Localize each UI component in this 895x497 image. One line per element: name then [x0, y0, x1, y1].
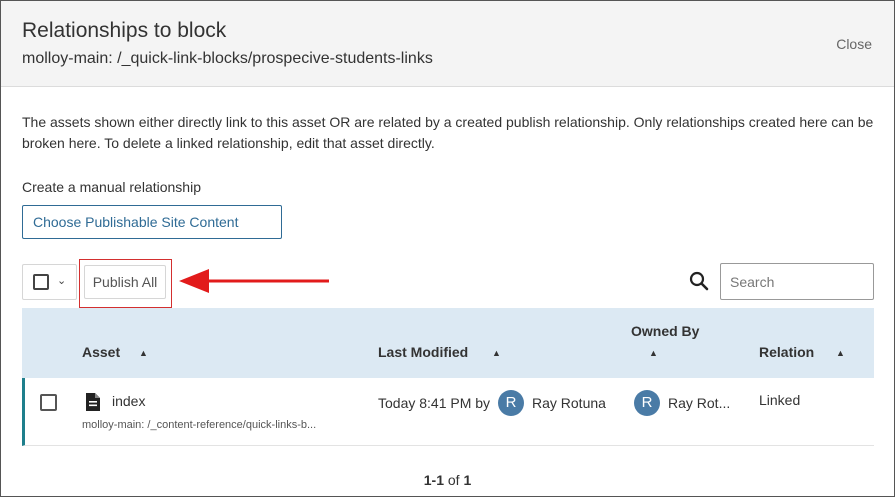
- sort-asc-icon[interactable]: ▲: [492, 348, 501, 358]
- asset-path: molloy-main: /_content-reference/quick-l…: [82, 419, 317, 431]
- sort-asc-icon[interactable]: ▲: [139, 348, 148, 358]
- chevron-down-icon[interactable]: ⌄: [57, 274, 66, 287]
- sort-asc-icon[interactable]: ▲: [836, 348, 845, 358]
- relationships-dialog: Relationships to block molloy-main: /_qu…: [0, 0, 895, 497]
- dialog-description: The assets shown either directly link to…: [22, 114, 874, 151]
- column-header-last-modified[interactable]: Last Modified: [378, 344, 468, 360]
- relation-value: Linked: [759, 392, 801, 408]
- publish-all-button[interactable]: Publish All: [84, 265, 166, 299]
- pagination: 1-1 of 1: [1, 472, 894, 488]
- select-all-checkbox[interactable]: [33, 274, 49, 290]
- dialog-header: Relationships to block molloy-main: /_qu…: [1, 1, 894, 87]
- modified-by-name: Ray Rotuna: [532, 395, 606, 411]
- dialog-subtitle: molloy-main: /_quick-link-blocks/prospec…: [22, 50, 433, 67]
- search-icon[interactable]: [689, 271, 709, 291]
- avatar: R: [634, 390, 660, 416]
- last-modified-text: Today 8:41 PM by: [378, 395, 491, 411]
- avatar: R: [498, 390, 524, 416]
- dialog-title: Relationships to block: [22, 19, 227, 42]
- column-header-asset[interactable]: Asset: [82, 344, 120, 360]
- sort-asc-icon[interactable]: ▲: [649, 348, 658, 358]
- owner-name: Ray Rot...: [668, 395, 731, 411]
- choose-content-button[interactable]: Choose Publishable Site Content: [22, 205, 282, 239]
- pagination-range: 1-1: [423, 472, 444, 488]
- manual-relationship-label: Create a manual relationship: [22, 179, 201, 195]
- search-input[interactable]: [720, 263, 874, 300]
- table-header: Asset ▲ Last Modified ▲ Owned By ▲ Relat…: [22, 308, 874, 378]
- pagination-total: 1: [463, 472, 472, 488]
- row-checkbox[interactable]: [40, 394, 57, 411]
- document-icon: [86, 393, 100, 411]
- table-row[interactable]: index molloy-main: /_content-reference/q…: [22, 378, 874, 446]
- pagination-of: of: [447, 472, 460, 488]
- column-header-owned-by[interactable]: Owned By: [631, 323, 699, 339]
- column-header-relation[interactable]: Relation: [759, 344, 814, 360]
- asset-name-link[interactable]: index: [112, 393, 145, 409]
- select-all-dropdown[interactable]: ⌄: [22, 264, 77, 300]
- arrow-annotation-icon: [179, 269, 329, 293]
- close-button[interactable]: Close: [836, 36, 872, 52]
